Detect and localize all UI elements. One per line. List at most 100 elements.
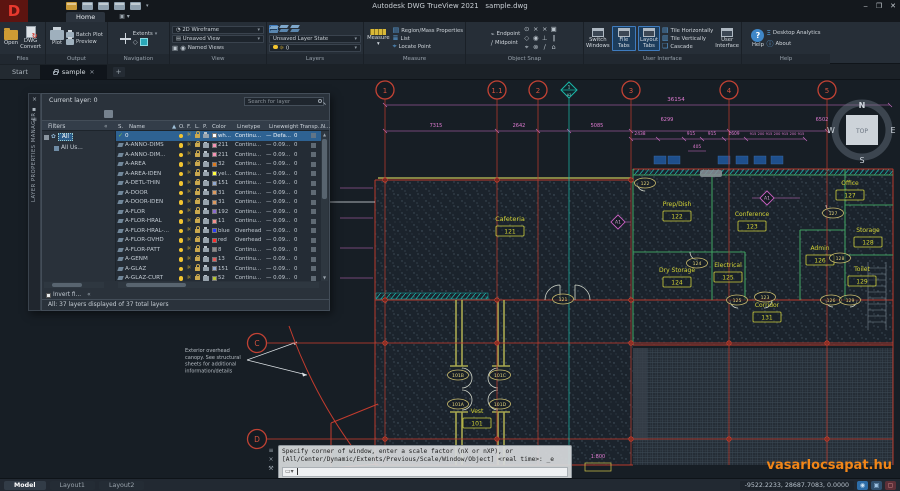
zoom-extents-button[interactable]: Extents ▾ <box>133 31 158 37</box>
tab-model[interactable]: Model <box>4 480 46 490</box>
layer-state-dropdown[interactable]: Unsaved Layer State ▾ <box>269 34 361 43</box>
measure-button[interactable]: Measure ▾ <box>366 29 391 48</box>
snap-apparent-icon[interactable]: ⊗ <box>533 44 538 51</box>
restore-button[interactable]: ❐ <box>876 2 882 10</box>
named-views-button[interactable]: Named Views <box>188 45 224 51</box>
pan-icon[interactable] <box>119 33 131 44</box>
col-freeze[interactable]: F. <box>187 124 191 130</box>
about-button[interactable]: ⓘ About <box>766 40 820 48</box>
snap-quadrant-icon[interactable]: ◇ <box>524 35 529 42</box>
cascade-button[interactable]: ❏ Cascade <box>662 43 713 50</box>
minimize-button[interactable]: ‒ <box>863 2 867 10</box>
qat-plot-icon[interactable] <box>98 2 109 10</box>
dwg-convert-button[interactable]: DWG Convert <box>20 26 41 51</box>
view-icon-b[interactable]: ◉ <box>180 45 186 52</box>
snap-perpendicular-icon[interactable]: ⊥ <box>542 35 548 42</box>
layer-row[interactable]: A-FLOR-HRAL-... ☼ blue Overhead — 0.09... 0 <box>116 226 321 236</box>
visual-style-dropdown[interactable]: ◔ 2D Wireframe ▾ <box>172 25 264 34</box>
invert-collapse-icon[interactable]: « <box>87 292 91 298</box>
layer-row[interactable]: A-AREA-IDEN ☼ yel... Continu... — 0.09... 0 <box>116 169 321 179</box>
search-layer-input[interactable]: Search for layer <box>244 97 324 106</box>
col-name[interactable]: Name <box>129 124 145 130</box>
col-linetype[interactable]: Linetype <box>237 124 260 130</box>
col-lock[interactable]: L. <box>195 124 200 130</box>
filters-hscrollbar[interactable] <box>44 282 104 288</box>
layer-list-scrollbar[interactable]: ▲ ▼ <box>321 131 328 281</box>
orbit-icon[interactable]: ◇ <box>133 39 138 46</box>
layer-row[interactable]: A-DOOR-IDEN ☼ 31 Continu... — 0.09... 0 <box>116 197 321 208</box>
navcube-icon[interactable] <box>139 38 148 46</box>
layer-row[interactable]: A-FLOR-PATT ☼ 8 Continu... — 0.09... 0 <box>116 245 321 255</box>
invert-filter-checkbox[interactable]: Invert fi... « <box>46 292 91 298</box>
snap-center-icon[interactable]: ⊙ <box>524 26 529 33</box>
tab-close-icon[interactable]: ✕ <box>90 69 95 76</box>
layer-row[interactable]: ✓ 0 ☼ wh... Continu... — Defa... 0 <box>116 131 321 141</box>
new-tab-button[interactable]: + <box>112 67 125 77</box>
hardware-acceleration-icon[interactable]: ▣ <box>871 480 882 490</box>
snap-intersection-icon[interactable]: × <box>542 26 547 33</box>
col-color[interactable]: Color <box>212 124 226 130</box>
layer-row[interactable]: A-GLAZ-CURT ☼ 52 Continu... — 0.09... 0 <box>116 273 321 281</box>
isolate-objects-icon[interactable]: ◉ <box>857 480 868 490</box>
plot-button[interactable]: Plot <box>50 27 65 47</box>
col-transparency[interactable]: Transp... <box>300 124 323 130</box>
command-line[interactable]: Specify corner of window, enter a scale … <box>278 445 572 480</box>
filter-all[interactable]: ✿ All <box>42 131 115 143</box>
view-dropdown[interactable]: ▤ Unsaved View ▾ <box>172 35 264 44</box>
snap-insert-icon[interactable]: ▣ <box>551 26 557 33</box>
layer-state-icon[interactable] <box>280 25 289 33</box>
cmd-grip-icon[interactable]: ≡ <box>266 447 276 454</box>
help-button[interactable]: ? Help <box>751 28 765 49</box>
qat-convert-icon[interactable] <box>82 2 93 10</box>
switch-windows-button[interactable]: Switch Windows <box>586 27 610 50</box>
command-input[interactable]: ▭▾ <box>282 466 568 477</box>
col-on[interactable]: O. <box>179 124 185 130</box>
qat-dropdown-icon[interactable]: ▾ <box>146 3 149 9</box>
palette-close-icon[interactable]: × <box>32 96 37 103</box>
tab-sample[interactable]: sample ✕ <box>40 65 107 79</box>
clean-screen-icon[interactable]: ▢ <box>885 480 896 490</box>
preview-button[interactable]: Preview <box>66 37 103 45</box>
tab-layout1[interactable]: Layout1 <box>49 480 95 490</box>
col-lineweight[interactable]: Lineweight <box>269 124 298 130</box>
layer-properties-icon[interactable] <box>269 25 278 33</box>
tab-start[interactable]: Start <box>0 65 41 79</box>
file-tabs-button[interactable]: File Tabs <box>611 25 637 52</box>
layer-dropdown[interactable]: ☼ 0 ▾ <box>269 44 361 52</box>
col-status[interactable]: S. <box>118 124 123 130</box>
user-interface-button[interactable]: User Interface <box>715 27 739 50</box>
layers-hscrollbar[interactable] <box>118 282 319 288</box>
ribbon-tab-home[interactable]: Home <box>66 12 106 22</box>
open-button[interactable]: Open <box>4 28 18 47</box>
cmd-close-icon[interactable]: × <box>266 456 276 463</box>
midpoint-snap-button[interactable]: ∕ Midpoint <box>491 40 521 47</box>
list-button[interactable]: ≣ List <box>393 35 463 42</box>
snap-nearest-icon[interactable]: ⌖ <box>525 44 529 51</box>
layer-row[interactable]: A-FLOR ☼ 192 Continu... — 0.09... 0 <box>116 207 321 217</box>
sort-icon[interactable]: ▲ <box>172 124 176 130</box>
layer-row[interactable]: A-GENM ☼ 13 Continu... — 0.09... 0 <box>116 254 321 265</box>
layer-row[interactable]: A-AREA ☼ 32 Continu... — 0.09... 0 <box>116 159 321 170</box>
locate-point-button[interactable]: ⌖ Locate Point <box>393 43 463 50</box>
close-button[interactable]: ✕ <box>890 2 896 10</box>
region-mass-button[interactable]: ▤ Region/Mass Properties <box>393 27 463 34</box>
layer-row[interactable]: A-ANNO-DIM... ☼ 211 Continu... — 0.09... 0 <box>116 150 321 160</box>
snap-tangent-icon[interactable]: ◉ <box>533 35 539 42</box>
snap-home-icon[interactable]: ⌂ <box>552 44 556 51</box>
ribbon-tab-options-icon[interactable]: ▣ ▾ <box>115 12 134 22</box>
col-plot[interactable]: P. <box>203 124 207 130</box>
snap-parallel-icon[interactable]: ∥ <box>552 35 555 42</box>
tile-vertically-button[interactable]: ▥ Tile Vertically <box>662 35 713 42</box>
filters-collapse-icon[interactable]: « <box>104 124 108 130</box>
desktop-analytics-button[interactable]: Ξ Desktop Analytics <box>766 29 820 37</box>
layout-tabs-button[interactable]: Layout Tabs <box>638 25 661 52</box>
qat-publish-icon[interactable] <box>130 2 141 10</box>
layer-row[interactable]: A-DETL-THIN ☼ 151 Continu... — 0.09... 0 <box>116 178 321 189</box>
filter-all-used[interactable]: All Us... <box>42 143 115 153</box>
layer-row[interactable]: A-FLOR-OVHD ☼ red Overhead — 0.09... 0 <box>116 235 321 246</box>
layer-isolate-icon[interactable] <box>291 25 300 33</box>
tab-layout2[interactable]: Layout2 <box>98 480 145 490</box>
endpoint-snap-button[interactable]: ⌁ Endpoint <box>491 30 521 38</box>
qat-open-icon[interactable] <box>66 2 77 10</box>
view-icon-a[interactable]: ▣ <box>172 45 178 52</box>
